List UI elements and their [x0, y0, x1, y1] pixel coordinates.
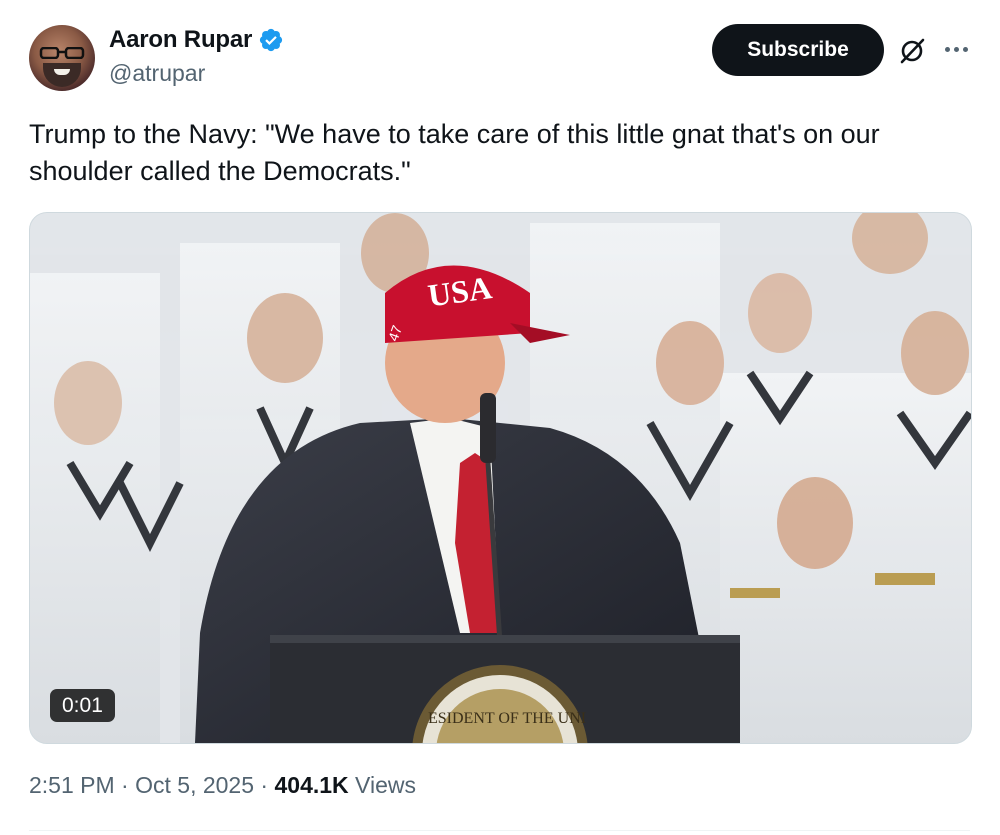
video-frame: USA 47 ESIDENT OF THE UNI	[30, 213, 971, 743]
meta-separator: ·	[260, 772, 269, 798]
tweet-date[interactable]: Oct 5, 2025	[135, 772, 254, 798]
video-duration-badge: 0:01	[50, 689, 115, 722]
views-label: Views	[355, 772, 416, 798]
divider	[29, 830, 970, 831]
avatar-glasses	[39, 47, 85, 59]
meta-separator: ·	[121, 772, 129, 798]
more-options-icon[interactable]	[941, 34, 971, 64]
grok-icon[interactable]	[897, 36, 927, 66]
author-handle[interactable]: @atrupar	[109, 60, 205, 87]
author-name-row[interactable]: Aaron Rupar	[109, 26, 284, 54]
tweet-meta: 2:51 PM · Oct 5, 2025 · 404.1K Views	[29, 772, 416, 799]
author-name[interactable]: Aaron Rupar	[109, 26, 252, 54]
tweet-time[interactable]: 2:51 PM	[29, 772, 115, 798]
podium: ESIDENT OF THE UNI	[270, 635, 740, 743]
video-player[interactable]: USA 47 ESIDENT OF THE UNI	[29, 212, 972, 744]
more-dot	[953, 46, 959, 52]
avatar-beard	[43, 63, 81, 87]
subscribe-button[interactable]: Subscribe	[712, 24, 884, 76]
tweet-text: Trump to the Navy: "We have to take care…	[29, 119, 880, 186]
more-dot	[944, 46, 950, 52]
seal-text: ESIDENT OF THE UNI	[428, 710, 586, 727]
more-dot	[962, 46, 968, 52]
author-avatar[interactable]	[29, 25, 95, 91]
views-count: 404.1K	[274, 772, 349, 798]
verified-badge-icon	[260, 28, 283, 52]
